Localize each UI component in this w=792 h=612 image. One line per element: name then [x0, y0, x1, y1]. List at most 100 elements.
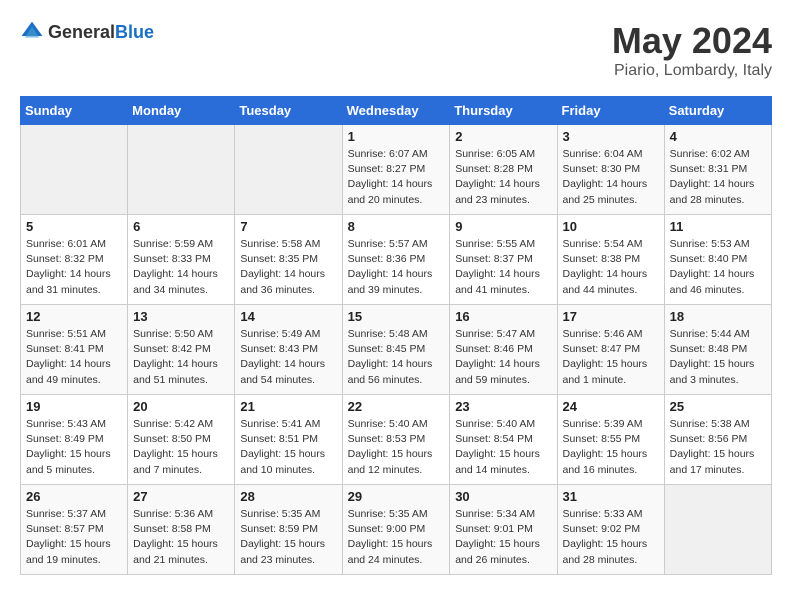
calendar-day-cell: 28Sunrise: 5:35 AMSunset: 8:59 PMDayligh… — [235, 485, 342, 575]
day-info: Sunrise: 5:49 AMSunset: 8:43 PMDaylight:… — [240, 327, 336, 388]
day-info: Sunrise: 6:07 AMSunset: 8:27 PMDaylight:… — [348, 147, 445, 208]
day-number: 5 — [26, 219, 122, 234]
day-info: Sunrise: 5:43 AMSunset: 8:49 PMDaylight:… — [26, 417, 122, 478]
weekday-header-row: SundayMondayTuesdayWednesdayThursdayFrid… — [21, 97, 772, 125]
day-number: 14 — [240, 309, 336, 324]
calendar-day-cell: 18 Sunrise: 5:44 AMSunset: 8:48 PMDayligh… — [664, 305, 771, 395]
calendar-day-cell: 12 Sunrise: 5:51 AMSunset: 8:41 PMDayligh… — [21, 305, 128, 395]
calendar-day-cell: 5 Sunrise: 6:01 AMSunset: 8:32 PMDaylight… — [21, 215, 128, 305]
calendar-day-cell: 16 Sunrise: 5:47 AMSunset: 8:46 PMDayligh… — [450, 305, 557, 395]
day-number: 8 — [348, 219, 445, 234]
day-number: 17 — [563, 309, 659, 324]
day-info: Sunrise: 6:05 AMSunset: 8:28 PMDaylight:… — [455, 147, 551, 208]
day-info: Sunrise: 5:42 AMSunset: 8:50 PMDaylight:… — [133, 417, 229, 478]
day-number: 16 — [455, 309, 551, 324]
weekday-header-cell: Monday — [128, 97, 235, 125]
day-number: 4 — [670, 129, 766, 144]
day-number: 3 — [563, 129, 659, 144]
logo: GeneralBlue — [20, 20, 154, 44]
day-number: 20 — [133, 399, 229, 414]
day-info: Sunrise: 5:35 AMSunset: 9:00 PMDaylight:… — [348, 507, 445, 568]
day-number: 26 — [26, 489, 122, 504]
weekday-header-cell: Friday — [557, 97, 664, 125]
calendar-day-cell: 3Sunrise: 6:04 AMSunset: 8:30 PMDaylight… — [557, 125, 664, 215]
logo-blue: Blue — [115, 22, 154, 42]
title-block: May 2024 Piario, Lombardy, Italy — [612, 20, 772, 80]
logo-text: GeneralBlue — [48, 22, 154, 43]
day-number: 12 — [26, 309, 122, 324]
day-number: 28 — [240, 489, 336, 504]
day-info: Sunrise: 5:59 AMSunset: 8:33 PMDaylight:… — [133, 237, 229, 298]
logo-icon — [20, 20, 44, 44]
calendar-day-cell — [128, 125, 235, 215]
day-info: Sunrise: 5:50 AMSunset: 8:42 PMDaylight:… — [133, 327, 229, 388]
day-info: Sunrise: 5:46 AMSunset: 8:47 PMDaylight:… — [563, 327, 659, 388]
day-number: 19 — [26, 399, 122, 414]
day-info: Sunrise: 5:44 AMSunset: 8:48 PMDaylight:… — [670, 327, 766, 388]
day-info: Sunrise: 5:54 AMSunset: 8:38 PMDaylight:… — [563, 237, 659, 298]
day-number: 22 — [348, 399, 445, 414]
calendar-day-cell: 13 Sunrise: 5:50 AMSunset: 8:42 PMDayligh… — [128, 305, 235, 395]
calendar-day-cell: 1Sunrise: 6:07 AMSunset: 8:27 PMDaylight… — [342, 125, 450, 215]
day-number: 18 — [670, 309, 766, 324]
day-number: 9 — [455, 219, 551, 234]
day-number: 15 — [348, 309, 445, 324]
day-number: 2 — [455, 129, 551, 144]
weekday-header-cell: Sunday — [21, 97, 128, 125]
day-number: 10 — [563, 219, 659, 234]
day-number: 30 — [455, 489, 551, 504]
calendar-day-cell: 6 Sunrise: 5:59 AMSunset: 8:33 PMDaylight… — [128, 215, 235, 305]
day-info: Sunrise: 5:34 AMSunset: 9:01 PMDaylight:… — [455, 507, 551, 568]
day-number: 27 — [133, 489, 229, 504]
day-number: 11 — [670, 219, 766, 234]
day-info: Sunrise: 5:36 AMSunset: 8:58 PMDaylight:… — [133, 507, 229, 568]
calendar-week-row: 19 Sunrise: 5:43 AMSunset: 8:49 PMDayligh… — [21, 395, 772, 485]
day-number: 31 — [563, 489, 659, 504]
calendar-week-row: 26Sunrise: 5:37 AMSunset: 8:57 PMDayligh… — [21, 485, 772, 575]
day-info: Sunrise: 5:58 AMSunset: 8:35 PMDaylight:… — [240, 237, 336, 298]
calendar-day-cell — [235, 125, 342, 215]
day-info: Sunrise: 5:48 AMSunset: 8:45 PMDaylight:… — [348, 327, 445, 388]
calendar-day-cell: 7Sunrise: 5:58 AMSunset: 8:35 PMDaylight… — [235, 215, 342, 305]
calendar-day-cell: 25 Sunrise: 5:38 AMSunset: 8:56 PMDayligh… — [664, 395, 771, 485]
day-info: Sunrise: 5:47 AMSunset: 8:46 PMDaylight:… — [455, 327, 551, 388]
day-number: 23 — [455, 399, 551, 414]
day-info: Sunrise: 5:41 AMSunset: 8:51 PMDaylight:… — [240, 417, 336, 478]
calendar-week-row: 5 Sunrise: 6:01 AMSunset: 8:32 PMDaylight… — [21, 215, 772, 305]
calendar-week-row: 12 Sunrise: 5:51 AMSunset: 8:41 PMDayligh… — [21, 305, 772, 395]
calendar-day-cell: 8Sunrise: 5:57 AMSunset: 8:36 PMDaylight… — [342, 215, 450, 305]
calendar-day-cell: 26Sunrise: 5:37 AMSunset: 8:57 PMDayligh… — [21, 485, 128, 575]
calendar-week-row: 1Sunrise: 6:07 AMSunset: 8:27 PMDaylight… — [21, 125, 772, 215]
day-number: 25 — [670, 399, 766, 414]
calendar-day-cell: 22Sunrise: 5:40 AMSunset: 8:53 PMDayligh… — [342, 395, 450, 485]
calendar-day-cell: 29 Sunrise: 5:35 AMSunset: 9:00 PMDayligh… — [342, 485, 450, 575]
calendar-day-cell: 15 Sunrise: 5:48 AMSunset: 8:45 PMDayligh… — [342, 305, 450, 395]
day-info: Sunrise: 5:53 AMSunset: 8:40 PMDaylight:… — [670, 237, 766, 298]
weekday-header-cell: Thursday — [450, 97, 557, 125]
calendar-day-cell: 17 Sunrise: 5:46 AMSunset: 8:47 PMDayligh… — [557, 305, 664, 395]
weekday-header-cell: Saturday — [664, 97, 771, 125]
day-number: 29 — [348, 489, 445, 504]
day-info: Sunrise: 5:33 AMSunset: 9:02 PMDaylight:… — [563, 507, 659, 568]
calendar-day-cell: 10 Sunrise: 5:54 AMSunset: 8:38 PMDayligh… — [557, 215, 664, 305]
calendar-day-cell: 4Sunrise: 6:02 AMSunset: 8:31 PMDaylight… — [664, 125, 771, 215]
calendar-subtitle: Piario, Lombardy, Italy — [612, 62, 772, 80]
day-number: 13 — [133, 309, 229, 324]
calendar-day-cell: 11 Sunrise: 5:53 AMSunset: 8:40 PMDayligh… — [664, 215, 771, 305]
page-header: GeneralBlue May 2024 Piario, Lombardy, I… — [20, 20, 772, 80]
calendar-day-cell: 9 Sunrise: 5:55 AMSunset: 8:37 PMDaylight… — [450, 215, 557, 305]
calendar-day-cell: 30 Sunrise: 5:34 AMSunset: 9:01 PMDayligh… — [450, 485, 557, 575]
day-info: Sunrise: 6:01 AMSunset: 8:32 PMDaylight:… — [26, 237, 122, 298]
calendar-day-cell: 19 Sunrise: 5:43 AMSunset: 8:49 PMDayligh… — [21, 395, 128, 485]
weekday-header-cell: Tuesday — [235, 97, 342, 125]
weekday-header-cell: Wednesday — [342, 97, 450, 125]
day-info: Sunrise: 5:39 AMSunset: 8:55 PMDaylight:… — [563, 417, 659, 478]
calendar-day-cell: 24Sunrise: 5:39 AMSunset: 8:55 PMDayligh… — [557, 395, 664, 485]
day-number: 6 — [133, 219, 229, 234]
day-info: Sunrise: 5:38 AMSunset: 8:56 PMDaylight:… — [670, 417, 766, 478]
day-info: Sunrise: 5:51 AMSunset: 8:41 PMDaylight:… — [26, 327, 122, 388]
day-info: Sunrise: 5:55 AMSunset: 8:37 PMDaylight:… — [455, 237, 551, 298]
calendar-body: 1Sunrise: 6:07 AMSunset: 8:27 PMDaylight… — [21, 125, 772, 575]
calendar-title: May 2024 — [612, 20, 772, 62]
calendar-day-cell: 31 Sunrise: 5:33 AMSunset: 9:02 PMDayligh… — [557, 485, 664, 575]
